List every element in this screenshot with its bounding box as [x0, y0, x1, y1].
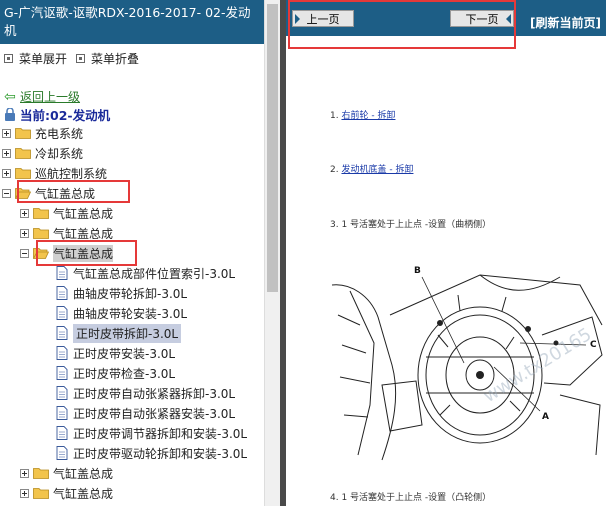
tree-item-label: 曲轴皮带轮拆卸-3.0L	[73, 286, 188, 301]
highlight-box	[288, 0, 516, 49]
expand-icon[interactable]	[20, 228, 29, 238]
tree-item-label: 曲轴皮带轮安装-3.0L	[73, 306, 188, 321]
highlight-box	[17, 180, 130, 203]
folder-icon	[15, 148, 31, 159]
tree-doc-item[interactable]: 正时皮带驱动轮拆卸和安装-3.0L	[56, 443, 247, 463]
tree-doc-item[interactable]: 气缸盖总成部件位置索引-3.0L	[56, 263, 235, 283]
highlight-box	[36, 240, 137, 266]
tree-item-label: 巡航控制系统	[35, 166, 108, 181]
expand-icon[interactable]	[20, 468, 29, 478]
step-text: 1 号活塞处于上止点 -设置（凸轮侧）	[341, 493, 492, 503]
square-icon	[4, 54, 13, 63]
document-icon	[56, 266, 68, 280]
tree-item-label: 气缸盖总成部件位置索引-3.0L	[73, 266, 236, 281]
location-icon	[5, 107, 15, 121]
back-link-row[interactable]: ⇦ 返回上一级	[4, 88, 80, 105]
document-icon	[56, 406, 68, 420]
back-arrow-icon: ⇦	[4, 88, 16, 105]
document-icon	[56, 326, 68, 340]
document-icon	[56, 306, 68, 320]
collapse-icon[interactable]	[20, 248, 29, 258]
menu-expand-button[interactable]: 菜单展开	[4, 50, 67, 67]
tree-item-label: 充电系统	[35, 126, 84, 141]
document-icon	[56, 446, 68, 460]
menu-expand-label: 菜单展开	[19, 52, 68, 66]
tree-item-label: 气缸盖总成	[53, 226, 114, 241]
tree-doc-item[interactable]: 曲轴皮带轮拆卸-3.0L	[56, 283, 187, 303]
step-number: 4.	[330, 493, 339, 503]
step-link[interactable]: 右前轮 - 拆卸	[341, 111, 395, 121]
menu-collapse-button[interactable]: 菜单折叠	[76, 50, 139, 67]
tree-folder-item[interactable]: 气缸盖总成	[20, 483, 113, 503]
tree-item-label: 正时皮带拆卸-3.0L	[73, 323, 182, 343]
tree-folder-item[interactable]: 冷却系统	[2, 143, 83, 163]
tree-folder-item[interactable]: 充电系统	[2, 123, 83, 143]
tree-item-label: 正时皮带安装-3.0L	[73, 346, 176, 361]
tree-doc-item[interactable]: 正时皮带安装-3.0L	[56, 343, 175, 363]
tree-item-label: 气缸盖总成	[53, 206, 114, 221]
tree-item-label: 气缸盖总成	[53, 486, 114, 501]
expand-icon[interactable]	[2, 148, 11, 158]
step-1: 1. 右前轮 - 拆卸	[330, 108, 395, 121]
step-number: 3.	[330, 220, 339, 230]
step-number: 2.	[330, 165, 339, 175]
tree-item-label: 正时皮带自动张紧器安装-3.0L	[73, 406, 236, 421]
navigation-pane: G-广汽讴歌-讴歌RDX-2016-2017- 02-发动机 菜单展开 菜单折叠…	[0, 0, 264, 506]
folder-icon	[33, 228, 49, 239]
content-pane: 上一页 下一页 [刷新当前页] 1. 右前轮 - 拆卸 2. 发动机底盖 - 拆…	[286, 0, 606, 506]
current-location-label: 当前:02-发动机	[20, 108, 111, 123]
expand-icon[interactable]	[20, 488, 29, 498]
expand-icon[interactable]	[20, 208, 29, 218]
square-icon	[76, 54, 85, 63]
tree-doc-item[interactable]: 正时皮带拆卸-3.0L	[56, 323, 182, 343]
document-icon	[56, 286, 68, 300]
folder-icon	[33, 488, 49, 499]
diagram-label: B	[414, 266, 421, 276]
tree-folder-item[interactable]: 气缸盖总成	[20, 203, 113, 223]
folder-icon	[33, 208, 49, 219]
tree-doc-item[interactable]: 正时皮带自动张紧器安装-3.0L	[56, 403, 235, 423]
diagram-label: A	[542, 412, 549, 422]
folder-icon	[15, 168, 31, 179]
step-link[interactable]: 发动机底盖 - 拆卸	[341, 165, 413, 175]
collapse-icon[interactable]	[2, 188, 11, 198]
document-icon	[56, 346, 68, 360]
step-number: 1.	[330, 111, 339, 121]
folder-icon	[15, 128, 31, 139]
back-link[interactable]: 返回上一级	[20, 88, 80, 105]
menu-collapse-label: 菜单折叠	[91, 52, 140, 66]
tree-doc-item[interactable]: 正时皮带检查-3.0L	[56, 363, 175, 383]
refresh-link[interactable]: [刷新当前页]	[530, 14, 601, 31]
step-text: 1 号活塞处于上止点 -设置（曲柄侧）	[341, 220, 492, 230]
tree-item-label: 正时皮带调节器拆卸和安装-3.0L	[73, 426, 248, 441]
tree-item-label: 正时皮带自动张紧器拆卸-3.0L	[73, 386, 236, 401]
current-location: 当前:02-发动机	[4, 105, 110, 124]
menu-controls: 菜单展开 菜单折叠	[0, 48, 264, 68]
step-4: 4. 1 号活塞处于上止点 -设置（凸轮侧）	[330, 490, 491, 503]
tree-doc-item[interactable]: 正时皮带自动张紧器拆卸-3.0L	[56, 383, 235, 403]
step-3: 3. 1 号活塞处于上止点 -设置（曲柄侧）	[330, 217, 491, 230]
step-2: 2. 发动机底盖 - 拆卸	[330, 162, 413, 175]
expand-icon[interactable]	[2, 168, 11, 178]
tree-item-label: 冷却系统	[35, 146, 84, 161]
document-icon	[56, 366, 68, 380]
document-icon	[56, 386, 68, 400]
tree-doc-item[interactable]: 曲轴皮带轮安装-3.0L	[56, 303, 187, 323]
tree-item-label: 正时皮带检查-3.0L	[73, 366, 176, 381]
tree-item-label: 气缸盖总成	[53, 466, 114, 481]
tree-item-label: 正时皮带驱动轮拆卸和安装-3.0L	[73, 446, 248, 461]
folder-icon	[33, 468, 49, 479]
document-icon	[56, 426, 68, 440]
tree-folder-item[interactable]: 气缸盖总成	[20, 463, 113, 483]
document-title: G-广汽讴歌-讴歌RDX-2016-2017- 02-发动机	[0, 0, 264, 44]
expand-icon[interactable]	[2, 128, 11, 138]
scrollbar-thumb[interactable]	[267, 4, 278, 292]
vertical-scrollbar[interactable]	[264, 0, 280, 506]
tree-doc-item[interactable]: 正时皮带调节器拆卸和安装-3.0L	[56, 423, 247, 443]
